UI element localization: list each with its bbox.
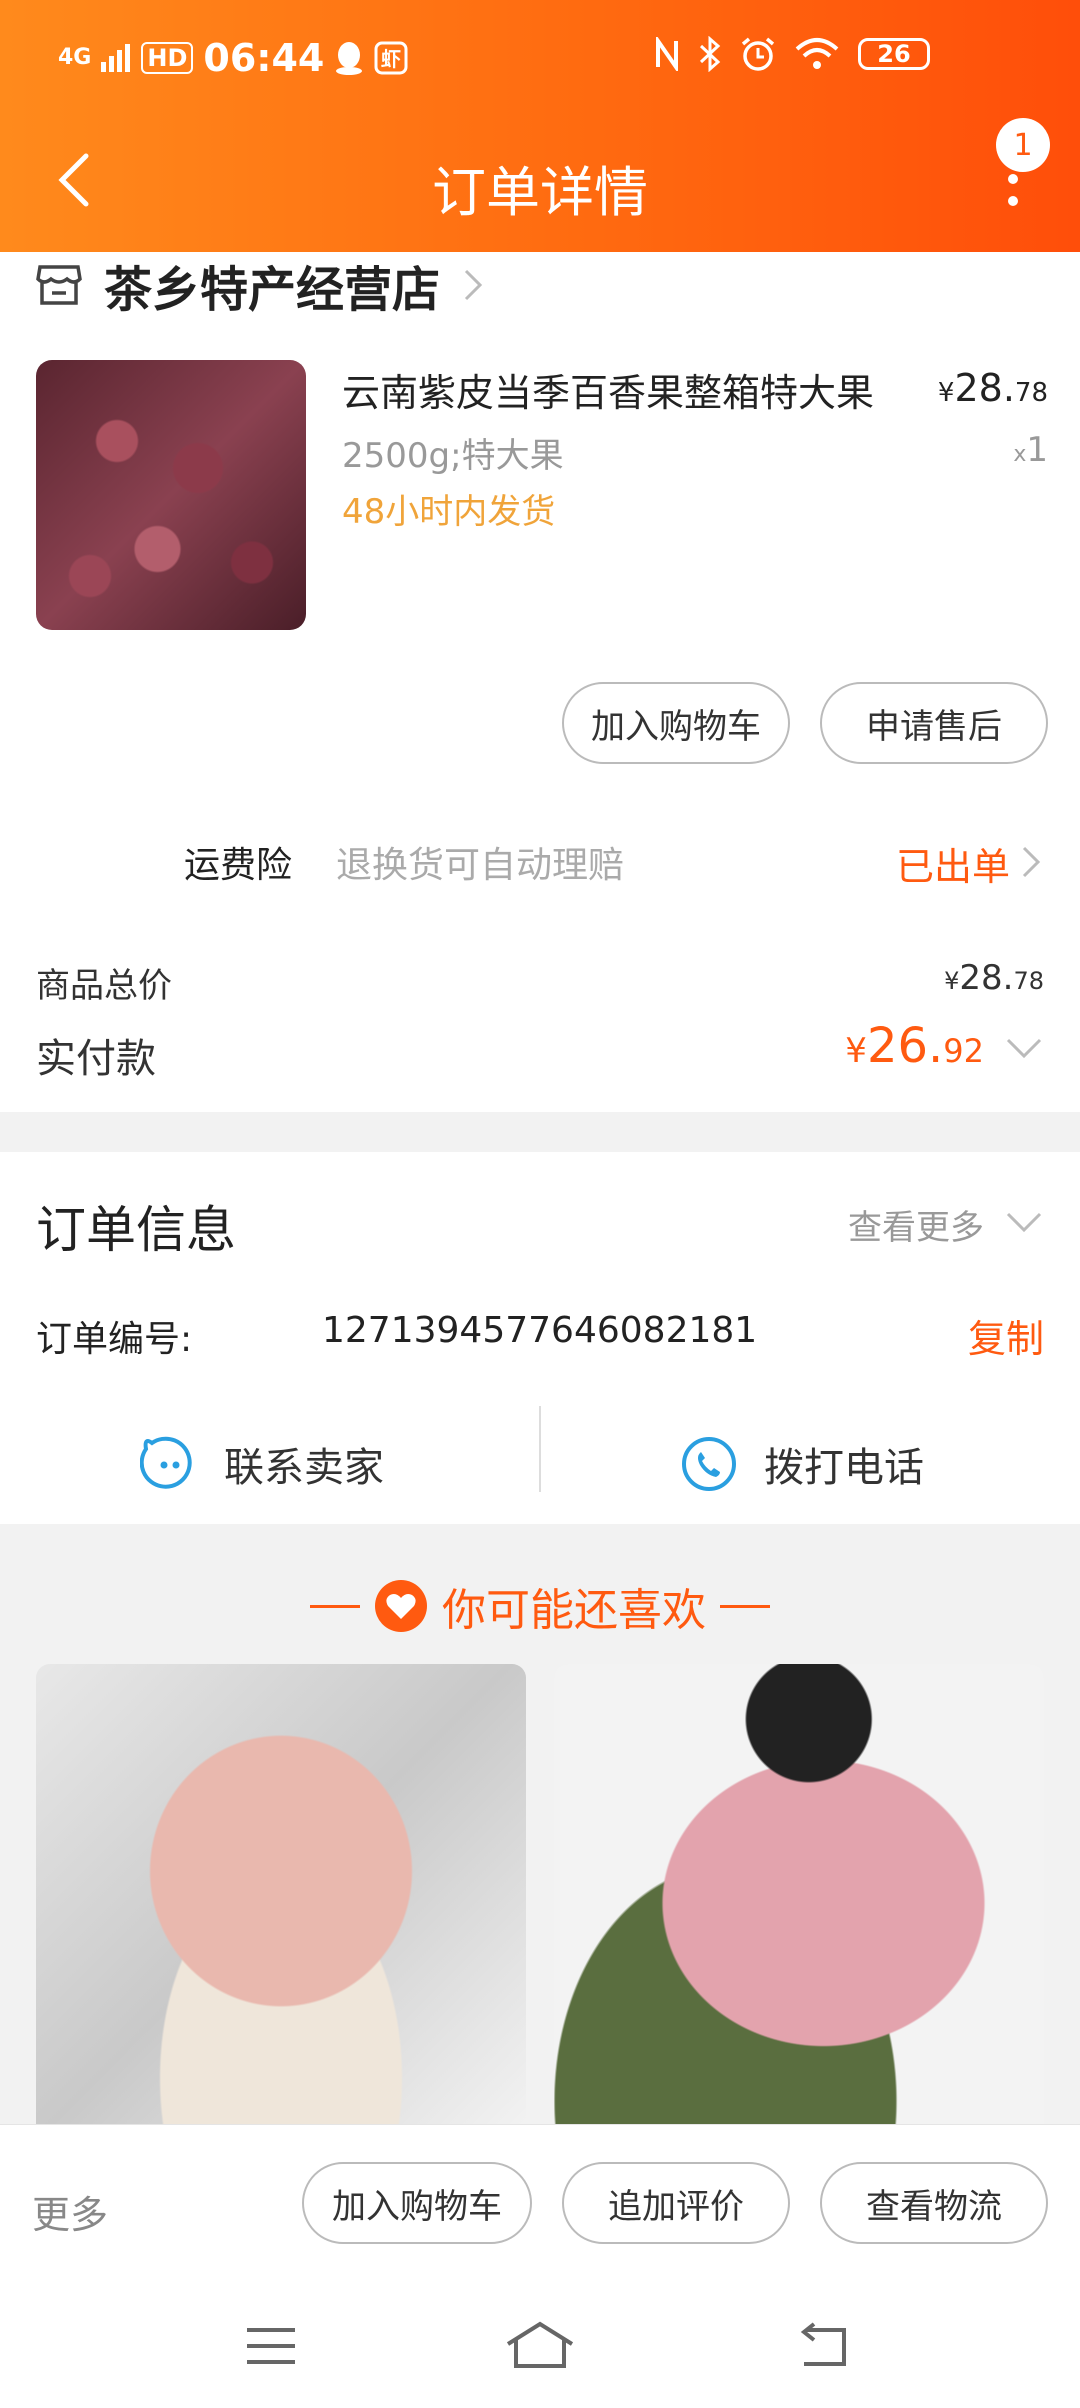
chevron-right-icon (464, 269, 483, 301)
goods-total-value: ¥28.78 (944, 958, 1044, 998)
system-nav-bar (0, 2284, 1080, 2408)
recommend-item-image[interactable] (36, 1664, 526, 2124)
divider (539, 1406, 541, 1492)
shipping-promise: 48小时内发货 (342, 492, 556, 532)
chat-bubble-icon (140, 1436, 192, 1489)
chevron-right-icon[interactable] (1020, 844, 1044, 880)
goods-total-label: 商品总价 (36, 966, 172, 1006)
app-header: 4G HD 06:44 虾 26 订单详情 1 (0, 0, 1080, 252)
store-name: 茶乡特产经营店 (104, 262, 441, 318)
menu-icon[interactable] (244, 2324, 298, 2368)
decor-line (310, 1604, 360, 1608)
order-info-title: 订单信息 (36, 1201, 236, 1259)
store-icon (36, 265, 82, 305)
decor-line (720, 1604, 770, 1608)
insurance-label: 运费险 (184, 845, 293, 886)
after-sale-button[interactable]: 申请售后 (820, 682, 1048, 764)
more-menu-icon[interactable] (998, 165, 1028, 215)
contact-seller-button[interactable]: 联系卖家 (140, 1412, 384, 1516)
copy-button[interactable]: 复制 (968, 1308, 1044, 1363)
add-to-cart-button[interactable]: 加入购物车 (562, 682, 790, 764)
call-phone-button[interactable]: 拨打电话 (680, 1412, 924, 1516)
chevron-down-icon[interactable] (1004, 1210, 1044, 1234)
phone-icon (682, 1437, 736, 1491)
message-count-badge: 1 (996, 118, 1050, 172)
recommend-header: 你可能还喜欢 (0, 1574, 1080, 1638)
battery-indicator: 26 (858, 38, 930, 70)
insurance-status[interactable]: 已出单 (896, 836, 1010, 891)
back-nav-icon[interactable] (796, 2322, 852, 2370)
app-notification-icon: 虾 (374, 41, 408, 75)
status-bar: 4G HD 06:44 虾 26 (0, 0, 1080, 120)
svg-text:虾: 虾 (381, 47, 401, 71)
add-review-button[interactable]: 追加评价 (562, 2162, 790, 2244)
recommend-title: 你可能还喜欢 (442, 1585, 706, 1636)
product-image[interactable] (36, 360, 306, 630)
order-number-label: 订单编号: (36, 1319, 193, 1360)
more-actions-link[interactable]: 更多 (32, 2184, 108, 2239)
paid-value: ¥26.92 (845, 1018, 984, 1074)
view-more-link[interactable]: 查看更多 (848, 1200, 984, 1249)
call-phone-label: 拨打电话 (764, 1445, 924, 1491)
signal-icon (101, 44, 131, 72)
nfc-icon (656, 37, 678, 71)
store-link[interactable]: 茶乡特产经营店 (36, 250, 484, 320)
wifi-icon (795, 38, 839, 69)
bluetooth-icon (699, 36, 721, 72)
alarm-icon (741, 37, 775, 71)
home-icon[interactable] (504, 2320, 576, 2370)
insurance-desc: 退换货可自动理赔 (336, 845, 625, 886)
page-title: 订单详情 (432, 161, 648, 224)
product-spec: 2500g;特大果 (342, 436, 564, 476)
add-to-cart-bottom-button[interactable]: 加入购物车 (302, 2162, 532, 2244)
hd-badge: HD (141, 42, 194, 74)
recommend-item-image[interactable] (554, 1664, 1044, 2124)
qq-icon (336, 42, 363, 75)
network-indicator: 4G (58, 45, 92, 70)
paid-label: 实付款 (36, 1036, 156, 1082)
clock: 06:44 (203, 36, 325, 80)
order-number: 1271394577646082181 (322, 1310, 758, 1351)
chevron-down-icon[interactable] (1004, 1036, 1044, 1060)
view-logistics-button[interactable]: 查看物流 (820, 2162, 1048, 2244)
product-quantity: x1 (1013, 430, 1048, 470)
product-price: ¥28.78 (937, 366, 1048, 410)
heart-icon (375, 1580, 427, 1632)
contact-seller-label: 联系卖家 (224, 1445, 384, 1491)
product-name[interactable]: 云南紫皮当季百香果整箱特大果 (342, 362, 874, 417)
